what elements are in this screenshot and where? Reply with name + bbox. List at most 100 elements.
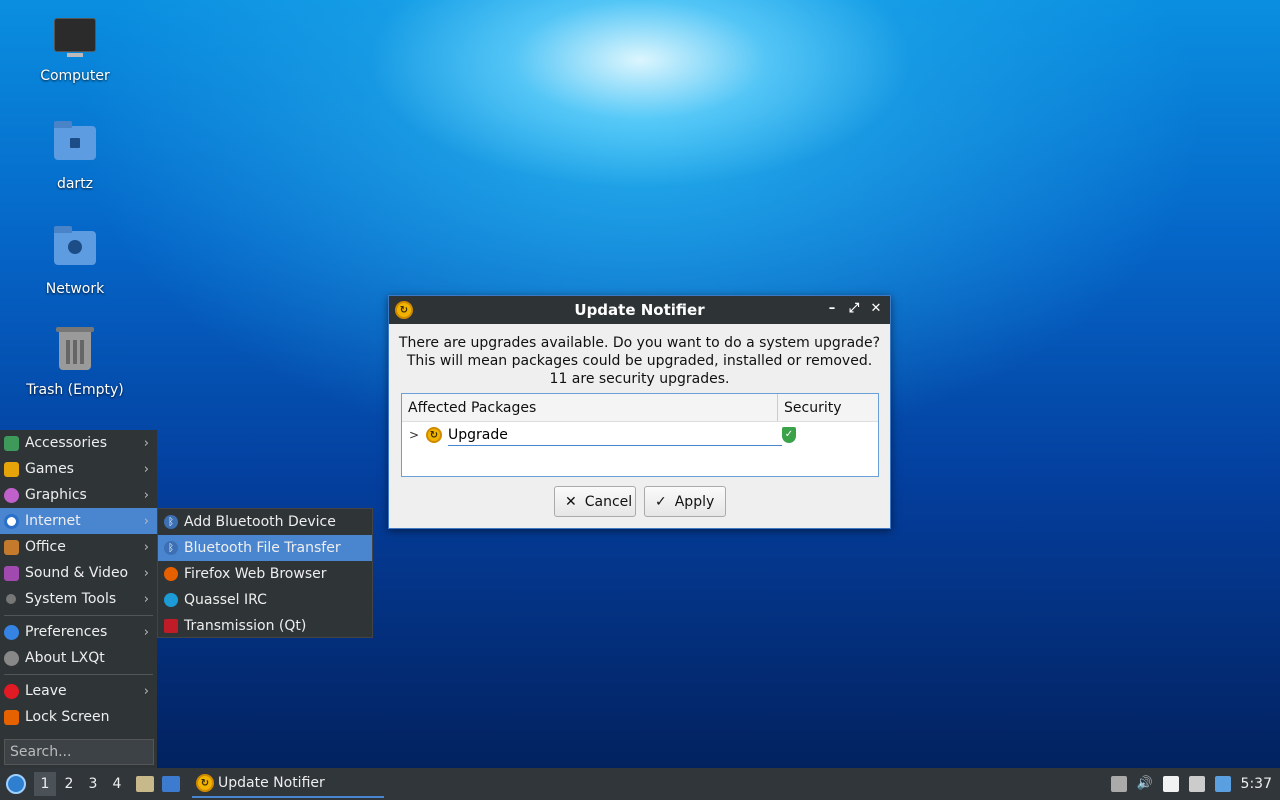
desktop-icon-trash[interactable]: Trash (Empty) <box>15 327 135 398</box>
system-tray: 🔊 5:37 <box>1110 768 1272 800</box>
lock-icon <box>4 709 19 725</box>
menu-item-label: Leave <box>25 683 67 699</box>
table-header: Affected Packages Security <box>402 394 878 422</box>
desktop-icon-network[interactable]: Network <box>15 225 135 297</box>
eject-icon[interactable] <box>1110 776 1127 792</box>
application-menu: Accessories › Games › Graphics › Interne… <box>0 430 157 768</box>
power-icon <box>4 683 19 699</box>
checkmark-icon: ✓ <box>655 493 667 510</box>
clipboard-icon[interactable] <box>1162 776 1179 792</box>
menu-item-label: Sound & Video <box>25 565 129 581</box>
menu-item-system-tools[interactable]: System Tools › <box>0 586 157 612</box>
package-name[interactable]: Upgrade <box>448 424 782 446</box>
desktop-icon-label: dartz <box>56 176 94 192</box>
taskbar: 1 2 3 4 ↻ Update Notifier 🔊 5:37 <box>0 768 1280 800</box>
dialog-titlebar[interactable]: ↻ Update Notifier – ⤢ ✕ <box>389 296 890 324</box>
workspace-2[interactable]: 2 <box>58 776 80 792</box>
submenu-item-bluetooth-file-transfer[interactable]: ᛒ Bluetooth File Transfer <box>158 535 372 561</box>
menu-item-sound-video[interactable]: Sound & Video › <box>0 560 157 586</box>
system-tools-icon <box>6 594 16 604</box>
task-label: Update Notifier <box>218 775 325 791</box>
submenu-item-label: Transmission (Qt) <box>184 618 307 634</box>
chevron-right-icon: › <box>143 513 149 529</box>
submenu-item-add-bluetooth-device[interactable]: ᛒ Add Bluetooth Device <box>158 509 372 535</box>
clock[interactable]: 5:37 <box>1241 776 1272 792</box>
maximize-icon[interactable]: ⤢ <box>846 300 862 318</box>
menu-item-label: Games <box>25 461 74 477</box>
column-header-security[interactable]: Security <box>778 394 848 421</box>
submenu-item-label: Firefox Web Browser <box>184 566 327 582</box>
menu-item-lock-screen[interactable]: Lock Screen <box>0 704 157 730</box>
workspace-4[interactable]: 4 <box>106 776 128 792</box>
internet-icon <box>4 513 19 529</box>
menu-item-leave[interactable]: Leave › <box>0 678 157 704</box>
info-icon <box>4 650 19 666</box>
dialog-title: Update Notifier <box>574 301 705 319</box>
volume-icon[interactable]: 🔊 <box>1137 776 1153 792</box>
desktop-icon-computer[interactable]: Computer <box>15 14 135 84</box>
chevron-right-icon[interactable]: > <box>406 428 422 442</box>
office-icon <box>4 539 19 555</box>
start-menu-icon[interactable] <box>6 774 26 794</box>
submenu-item-label: Add Bluetooth Device <box>184 514 336 530</box>
close-icon[interactable]: ✕ <box>868 300 884 318</box>
minimize-icon[interactable]: – <box>824 300 840 318</box>
cancel-button[interactable]: ✕ Cancel <box>554 486 636 517</box>
bluetooth-icon: ᛒ <box>164 515 178 529</box>
menu-separator <box>4 615 153 616</box>
message-line: There are upgrades available. Do you wan… <box>398 335 881 351</box>
menu-item-internet[interactable]: Internet › <box>0 508 157 534</box>
menu-item-label: Office <box>25 539 66 555</box>
update-icon: ↻ <box>426 427 442 443</box>
table-row[interactable]: > ↻ Upgrade ✓ <box>402 422 878 448</box>
task-update-notifier[interactable]: ↻ Update Notifier <box>192 770 384 798</box>
menu-item-preferences[interactable]: Preferences › <box>0 619 157 645</box>
file-manager-icon[interactable] <box>136 776 154 792</box>
menu-item-games[interactable]: Games › <box>0 456 157 482</box>
apply-button[interactable]: ✓ Apply <box>644 486 726 517</box>
submenu-item-label: Bluetooth File Transfer <box>184 540 341 556</box>
chevron-right-icon: › <box>143 435 149 451</box>
submenu-item-firefox[interactable]: Firefox Web Browser <box>158 561 372 587</box>
preferences-icon <box>4 624 19 640</box>
desktop-icon-home[interactable]: dartz <box>15 120 135 192</box>
menu-item-accessories[interactable]: Accessories › <box>0 430 157 456</box>
quassel-icon <box>164 593 178 607</box>
menu-item-label: Preferences <box>25 624 108 640</box>
sound-video-icon <box>4 565 19 581</box>
graphics-icon <box>4 487 19 503</box>
update-notification-icon[interactable] <box>1214 776 1231 792</box>
dialog-message: There are upgrades available. Do you wan… <box>389 334 890 388</box>
network-icon[interactable] <box>1188 776 1205 792</box>
apply-button-label: Apply <box>674 493 715 510</box>
affected-packages-table: Affected Packages Security > ↻ Upgrade ✓ <box>401 393 879 477</box>
chevron-right-icon: › <box>143 539 149 555</box>
menu-item-label: System Tools <box>25 591 117 607</box>
chevron-right-icon: › <box>143 683 149 699</box>
submenu-item-quassel-irc[interactable]: Quassel IRC <box>158 587 372 613</box>
desktop-icon-label: Network <box>45 281 105 297</box>
menu-item-office[interactable]: Office › <box>0 534 157 560</box>
chevron-right-icon: › <box>143 565 149 581</box>
menu-separator <box>4 674 153 675</box>
menu-item-about-lxqt[interactable]: About LXQt <box>0 645 157 671</box>
menu-search-input[interactable]: Search... <box>4 739 154 765</box>
shield-check-icon: ✓ <box>782 427 796 443</box>
bluetooth-icon: ᛒ <box>164 541 178 555</box>
workspace-3[interactable]: 3 <box>82 776 104 792</box>
menu-item-label: Graphics <box>25 487 87 503</box>
menu-item-label: About LXQt <box>25 650 105 666</box>
show-desktop-icon[interactable] <box>162 776 180 792</box>
computer-icon <box>51 18 99 62</box>
submenu-item-transmission[interactable]: Transmission (Qt) <box>158 613 372 639</box>
menu-item-label: Internet <box>25 513 81 529</box>
column-header-affected-packages[interactable]: Affected Packages <box>402 394 778 421</box>
chevron-right-icon: › <box>143 487 149 503</box>
menu-item-graphics[interactable]: Graphics › <box>0 482 157 508</box>
accessories-icon <box>4 435 19 451</box>
workspace-1[interactable]: 1 <box>34 772 56 796</box>
message-line: This will mean packages could be upgrade… <box>406 353 873 369</box>
games-icon <box>4 461 19 477</box>
trash-icon <box>51 327 99 376</box>
menu-item-label: Lock Screen <box>25 709 110 725</box>
